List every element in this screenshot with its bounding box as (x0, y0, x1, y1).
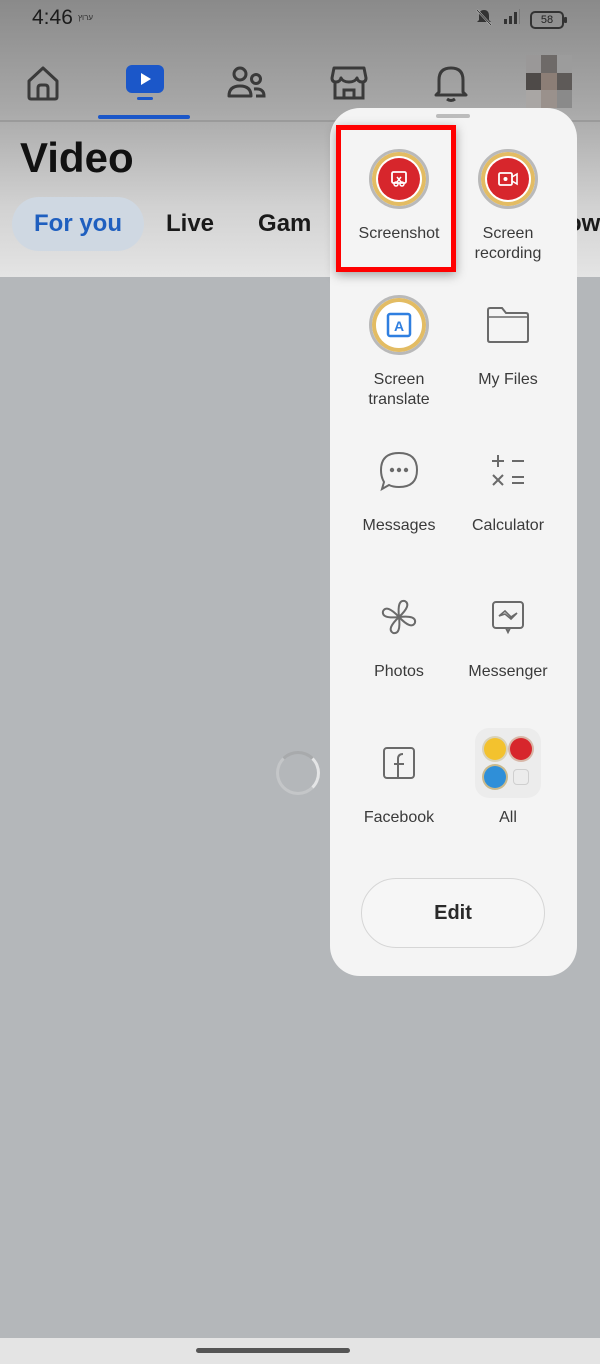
screenshot-highlight-box (336, 125, 456, 272)
video-tabs: For you Live Gam (12, 196, 333, 252)
all-apps-icon (475, 728, 541, 798)
app-label: My Files (478, 371, 538, 388)
avatar[interactable] (526, 55, 572, 108)
app-my-files[interactable]: My Files (453, 292, 563, 422)
app-label: Screen translate (368, 371, 430, 408)
loading-spinner (276, 751, 320, 795)
app-label: Facebook (363, 809, 435, 826)
screen-recording-icon (478, 149, 538, 209)
marketplace-icon (330, 66, 368, 100)
facebook-icon (383, 747, 415, 779)
app-screen-translate[interactable]: A Screen translate (344, 292, 454, 422)
calculator-icon (492, 455, 524, 486)
status-time: 4:46 (32, 6, 73, 29)
page-title: Video (20, 134, 134, 181)
nav-marketplace[interactable] (314, 50, 384, 116)
active-tab-indicator (98, 115, 190, 119)
video-icon (126, 65, 164, 100)
messenger-icon (492, 601, 524, 635)
app-label: Photos (374, 663, 424, 680)
photos-icon (381, 599, 417, 635)
app-all[interactable]: All (453, 728, 563, 860)
folder-icon (487, 307, 529, 343)
bell-off-icon (474, 7, 494, 32)
app-label: Screen recording (474, 225, 542, 262)
screen-translate-icon: A (369, 295, 429, 355)
messages-icon (379, 451, 419, 492)
tab-live[interactable]: Live (144, 197, 236, 251)
nav-notifications[interactable] (416, 50, 486, 116)
app-label: Messages (362, 517, 436, 534)
nav-home[interactable] (8, 50, 78, 116)
gesture-bar (0, 1338, 600, 1364)
app-screen-recording[interactable]: Screen recording (453, 146, 563, 276)
edit-button[interactable]: Edit (361, 878, 545, 948)
app-facebook[interactable]: Facebook (344, 730, 454, 860)
app-photos[interactable]: Photos (344, 584, 454, 714)
tab-gaming[interactable]: Gam (236, 197, 333, 251)
signal-icon (502, 9, 522, 30)
nav-friends[interactable] (212, 50, 282, 116)
panel-handle[interactable] (436, 114, 470, 118)
bell-icon (434, 66, 468, 102)
app-messages[interactable]: Messages (344, 438, 454, 568)
svg-text:A: A (394, 318, 404, 334)
tab-for-you[interactable]: For you (12, 197, 144, 251)
battery-icon: 58 (530, 10, 567, 29)
home-icon (27, 66, 59, 101)
friends-icon (227, 66, 266, 98)
carrier-label: ערוץ (78, 13, 94, 22)
status-bar: 4:46 ערוץ 58 (0, 0, 600, 40)
app-label: Calculator (471, 517, 545, 534)
app-label: Messenger (468, 663, 548, 680)
nav-video[interactable] (110, 50, 180, 116)
app-label: All (499, 809, 517, 826)
home-indicator[interactable] (196, 1348, 350, 1353)
app-messenger[interactable]: Messenger (453, 584, 563, 714)
app-calculator[interactable]: Calculator (453, 438, 563, 568)
